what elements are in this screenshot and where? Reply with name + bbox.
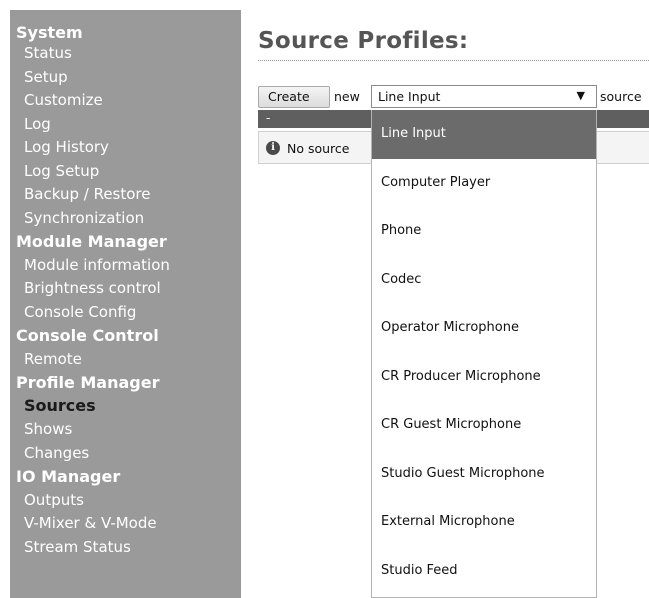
new-label: new: [334, 89, 360, 104]
dropdown-option-studio-feed[interactable]: Studio Feed: [372, 547, 596, 596]
empty-message: No source: [287, 141, 350, 156]
dropdown-arrow-icon: ▼: [576, 89, 585, 102]
page-title: Source Profiles:: [258, 28, 469, 54]
sidebar-item-module-information[interactable]: Module information: [10, 252, 241, 278]
sidebar-item-brightness-control[interactable]: Brightness control: [10, 278, 241, 299]
source-type-dropdown-list: Line Input Computer Player Phone Codec O…: [371, 110, 597, 598]
dropdown-option-phone[interactable]: Phone: [372, 207, 596, 256]
select-value: Line Input: [378, 89, 441, 104]
sidebar-item-log-history[interactable]: Log History: [10, 137, 241, 158]
dropdown-option-computer-player[interactable]: Computer Player: [372, 159, 596, 208]
sidebar-item-status[interactable]: Status: [10, 43, 241, 64]
title-divider: [258, 60, 649, 61]
sidebar-section-profile-manager[interactable]: Profile Manager: [10, 372, 241, 393]
info-icon: i: [266, 141, 280, 155]
dropdown-option-codec[interactable]: Codec: [372, 256, 596, 305]
dropdown-option-external-microphone[interactable]: External Microphone: [372, 498, 596, 547]
sidebar-item-log-setup[interactable]: Log Setup: [10, 158, 241, 184]
dropdown-option-operator-microphone[interactable]: Operator Microphone: [372, 304, 596, 353]
sidebar-section-system[interactable]: System: [10, 22, 241, 43]
sidebar-item-setup[interactable]: Setup: [10, 64, 241, 90]
sidebar-item-stream-status[interactable]: Stream Status: [10, 534, 241, 560]
sidebar-item-changes[interactable]: Changes: [10, 440, 241, 466]
dropdown-option-cr-guest-microphone[interactable]: CR Guest Microphone: [372, 401, 596, 450]
sidebar-item-customize[interactable]: Customize: [10, 90, 241, 111]
sidebar-section-io-manager[interactable]: IO Manager: [10, 466, 241, 487]
sidebar-item-sources[interactable]: Sources: [10, 393, 241, 419]
sidebar-section-console-control[interactable]: Console Control: [10, 325, 241, 346]
sidebar-item-synchronization[interactable]: Synchronization: [10, 205, 241, 231]
sidebar-section-module-manager[interactable]: Module Manager: [10, 231, 241, 252]
dropdown-option-line-input[interactable]: Line Input: [372, 110, 596, 159]
sidebar-nav: System Status Setup Customize Log Log Hi…: [10, 10, 241, 598]
sidebar-item-remote[interactable]: Remote: [10, 346, 241, 372]
sidebar-item-log[interactable]: Log: [10, 111, 241, 137]
sidebar-item-shows[interactable]: Shows: [10, 419, 241, 440]
source-label: source: [600, 89, 642, 104]
create-button[interactable]: Create: [258, 86, 330, 108]
sidebar-item-console-config[interactable]: Console Config: [10, 299, 241, 325]
sidebar-item-outputs[interactable]: Outputs: [10, 487, 241, 513]
sidebar-item-backup-restore[interactable]: Backup / Restore: [10, 184, 241, 205]
table-header-text: -: [266, 111, 271, 125]
sidebar-item-v-mixer[interactable]: V-Mixer & V-Mode: [10, 513, 241, 534]
dropdown-option-cr-producer-microphone[interactable]: CR Producer Microphone: [372, 353, 596, 402]
dropdown-option-studio-guest-microphone[interactable]: Studio Guest Microphone: [372, 450, 596, 499]
source-type-select[interactable]: Line Input ▼: [371, 85, 597, 108]
